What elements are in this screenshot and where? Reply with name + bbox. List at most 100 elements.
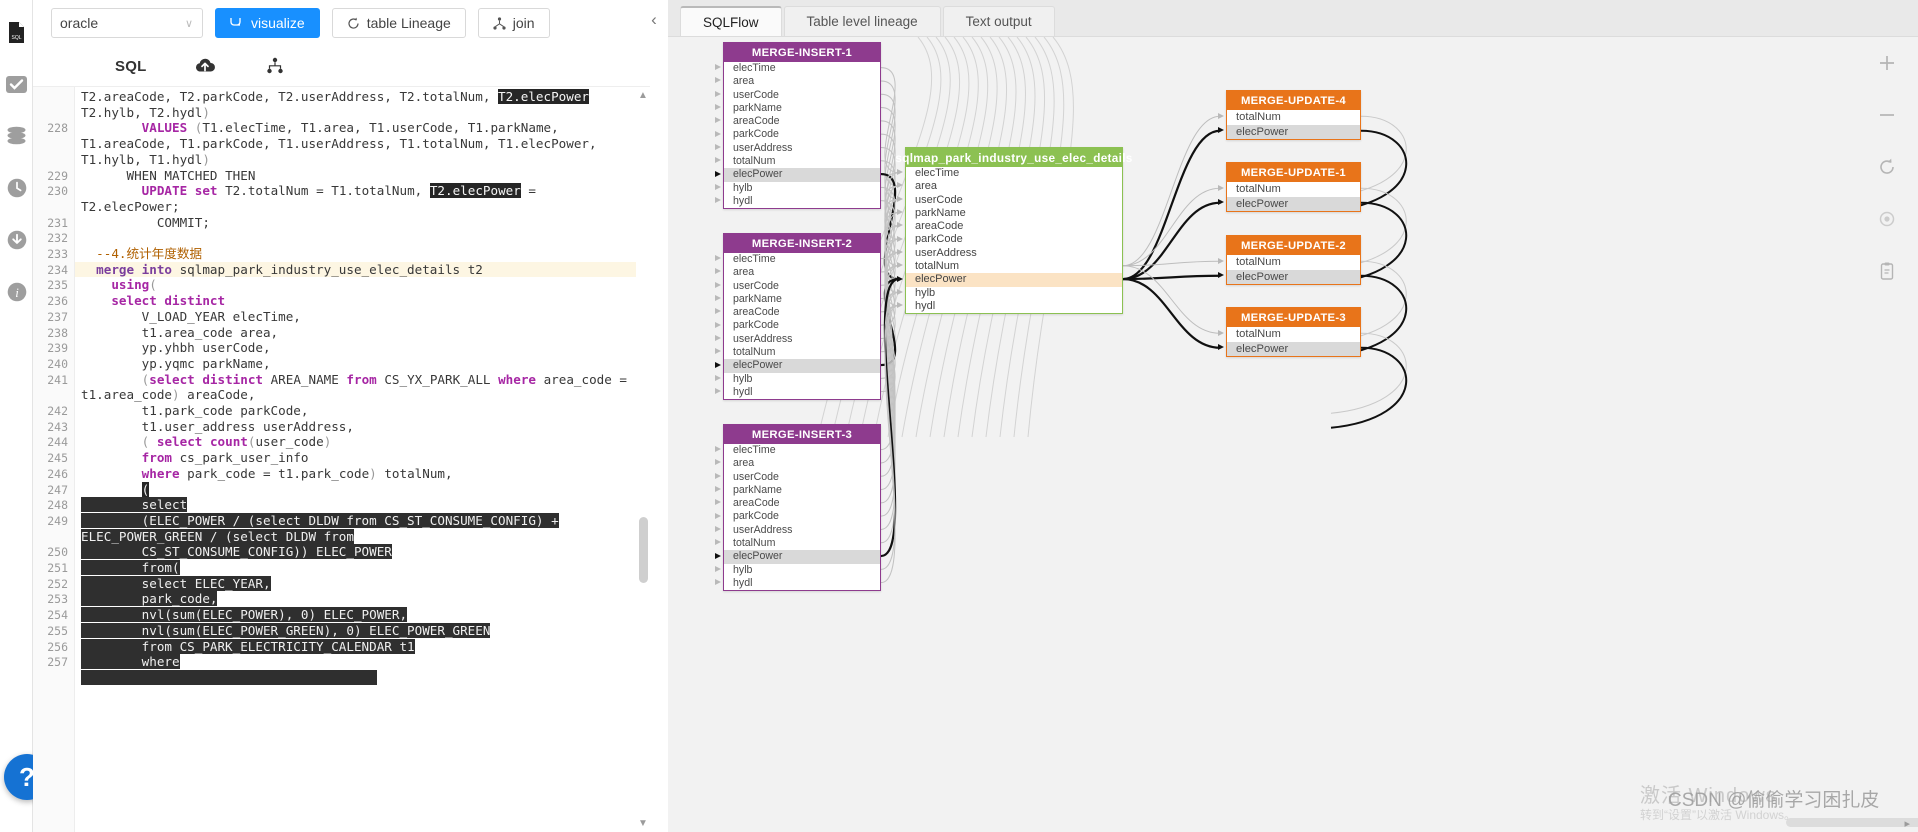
join-button[interactable]: join [477, 8, 550, 38]
lineage-node[interactable]: sqlmap_park_industry_use_elec_details ele… [895, 147, 1132, 315]
lineage-node-field[interactable]: areaCode [724, 115, 880, 128]
lineage-node-field[interactable]: userCode [724, 471, 880, 484]
tab-text-output[interactable]: Text output [942, 6, 1055, 36]
lineage-node[interactable]: MERGE-UPDATE-4 totalNum elecPower [1226, 90, 1361, 140]
lineage-node-field[interactable]: hydl [906, 300, 1122, 313]
history-clock-icon[interactable] [0, 168, 33, 208]
zoom-out-icon[interactable] [1856, 89, 1918, 141]
lineage-node-field[interactable]: areaCode [724, 306, 880, 319]
lineage-node-field[interactable]: area [724, 457, 880, 470]
lineage-node-field[interactable]: hydl [724, 577, 880, 590]
lineage-node-field[interactable]: elecTime [724, 444, 880, 457]
lineage-node-field[interactable]: area [906, 180, 1122, 193]
lineage-node[interactable]: MERGE-INSERT-3 elecTime area userCode parkNa… [723, 424, 881, 592]
info-icon[interactable]: i [0, 272, 33, 312]
lineage-node-field[interactable]: elecPower [1227, 341, 1360, 356]
lineage-node-field[interactable]: elecTime [724, 62, 880, 75]
lineage-node-field[interactable]: totalNum [724, 537, 880, 550]
lineage-node[interactable]: MERGE-INSERT-1 elecTime area userCode parkNa… [723, 42, 881, 210]
scroll-right-caret[interactable]: ▸ [1904, 817, 1910, 830]
code-token: cs_park_user_info [172, 450, 309, 466]
lineage-node-field[interactable]: parkCode [724, 510, 880, 523]
lineage-canvas[interactable]: MERGE-INSERT-1 elecTime area userCode parkNa… [668, 37, 1918, 832]
fit-center-icon[interactable] [1856, 193, 1918, 245]
lineage-node-field[interactable]: area [724, 75, 880, 88]
collapse-panel-button[interactable]: ‹ [640, 6, 668, 34]
code-token: select distinct [149, 371, 263, 387]
code-token: count [209, 434, 248, 450]
lineage-node-field[interactable]: totalNum [1227, 110, 1360, 125]
visualize-button[interactable]: visualize [215, 8, 320, 38]
lineage-node-field[interactable]: area [724, 266, 880, 279]
lineage-node-field[interactable]: userCode [724, 89, 880, 102]
lineage-node-field[interactable]: elecPower [906, 273, 1122, 287]
lineage-node-field[interactable]: parkCode [724, 128, 880, 141]
sql-tab[interactable]: SQL [115, 52, 146, 80]
lineage-node-field[interactable]: elecPower [724, 550, 880, 564]
lineage-node-field[interactable]: userAddress [724, 333, 880, 346]
lineage-node-field[interactable]: hylb [906, 287, 1122, 300]
lineage-node[interactable]: MERGE-UPDATE-2 totalNum elecPower [1226, 235, 1361, 285]
code-token: from [141, 450, 173, 466]
node-input-port [715, 117, 721, 124]
table-lineage-button[interactable]: table Lineage [331, 8, 466, 38]
lineage-node-field[interactable]: areaCode [724, 497, 880, 510]
tab-table-level-lineage[interactable]: Table level lineage [783, 6, 941, 36]
database-icon[interactable] [0, 116, 33, 156]
lineage-node-field[interactable]: totalNum [1227, 255, 1360, 270]
lineage-node-field[interactable]: elecPower [1227, 124, 1360, 139]
code-line: CS_ST_CONSUME_CONFIG)) ELEC_POWER [81, 544, 392, 560]
lineage-node[interactable]: MERGE-UPDATE-3 totalNum elecPower [1226, 307, 1361, 357]
code-token: CS_YX_PARK_ALL [376, 371, 499, 387]
lineage-node-field[interactable]: elecPower [1227, 269, 1360, 284]
lineage-node-field[interactable]: parkName [724, 484, 880, 497]
lineage-node-field[interactable]: hydl [724, 386, 880, 399]
lineage-node-field[interactable]: userAddress [724, 524, 880, 537]
sql-file-icon[interactable]: SQL [0, 12, 33, 52]
lineage-node-field[interactable]: areaCode [906, 220, 1122, 233]
lineage-node-field[interactable]: totalNum [906, 260, 1122, 273]
zoom-in-icon[interactable] [1856, 37, 1918, 89]
horizontal-scrollbar[interactable] [1786, 818, 1918, 827]
lineage-node-field[interactable]: totalNum [1227, 327, 1360, 342]
tab-sqlflow[interactable]: SQLFlow [680, 6, 782, 36]
lineage-node[interactable]: MERGE-UPDATE-1 totalNum elecPower [1226, 162, 1361, 212]
reset-zoom-icon[interactable] [1856, 141, 1918, 193]
lineage-node-field[interactable]: parkCode [724, 319, 880, 332]
lineage-node-field[interactable]: parkName [724, 102, 880, 115]
lineage-node-field[interactable]: userAddress [906, 247, 1122, 260]
code-editor[interactable]: 228 229 230 231 232 233 234 235 236 237 238 239 240 2… [33, 86, 650, 832]
code-text[interactable]: T2.areaCode, T2.parkCode, T2.userAddress… [75, 87, 650, 832]
check-icon[interactable] [0, 64, 33, 104]
lineage-node-field[interactable]: elecPower [724, 359, 880, 373]
graph-icon[interactable] [264, 52, 286, 80]
lineage-node-field[interactable]: totalNum [724, 346, 880, 359]
download-icon[interactable] [0, 220, 33, 260]
editor-scroll-thumb[interactable] [639, 517, 648, 583]
scroll-down-caret[interactable]: ▼ [637, 817, 649, 831]
upload-icon[interactable] [194, 52, 216, 80]
lineage-node-field[interactable]: parkCode [906, 233, 1122, 246]
copy-clipboard-icon[interactable] [1856, 245, 1918, 297]
lineage-node-field[interactable]: userCode [724, 280, 880, 293]
lineage-node[interactable]: MERGE-INSERT-2 elecTime area userCode parkNa… [723, 233, 881, 401]
lineage-node-field[interactable]: hylb [724, 373, 880, 386]
lineage-node-field[interactable]: elecPower [724, 168, 880, 182]
scroll-up-caret[interactable]: ▲ [637, 89, 649, 103]
lineage-node-field[interactable]: hylb [724, 182, 880, 195]
lineage-node-field[interactable]: elecPower [1227, 196, 1360, 211]
lineage-node-field[interactable]: parkName [724, 293, 880, 306]
line-number: 229 [47, 168, 68, 183]
lineage-node-field[interactable]: hylb [724, 564, 880, 577]
lineage-node-field[interactable]: userCode [906, 194, 1122, 207]
lineage-node-field[interactable]: parkName [906, 207, 1122, 220]
lineage-node-field[interactable]: totalNum [724, 155, 880, 168]
lineage-node-field[interactable]: userAddress [724, 142, 880, 155]
code-token: t1.area_code [81, 387, 172, 403]
lineage-node-field[interactable]: elecTime [724, 253, 880, 266]
lineage-node-field[interactable]: totalNum [1227, 182, 1360, 197]
lineage-node-field[interactable]: hydl [724, 195, 880, 208]
editor-vertical-scrollbar[interactable]: ▲ ▼ [636, 87, 650, 832]
lineage-node-field[interactable]: elecTime [906, 167, 1122, 180]
dialect-select[interactable]: oracle ∨ [51, 8, 203, 38]
